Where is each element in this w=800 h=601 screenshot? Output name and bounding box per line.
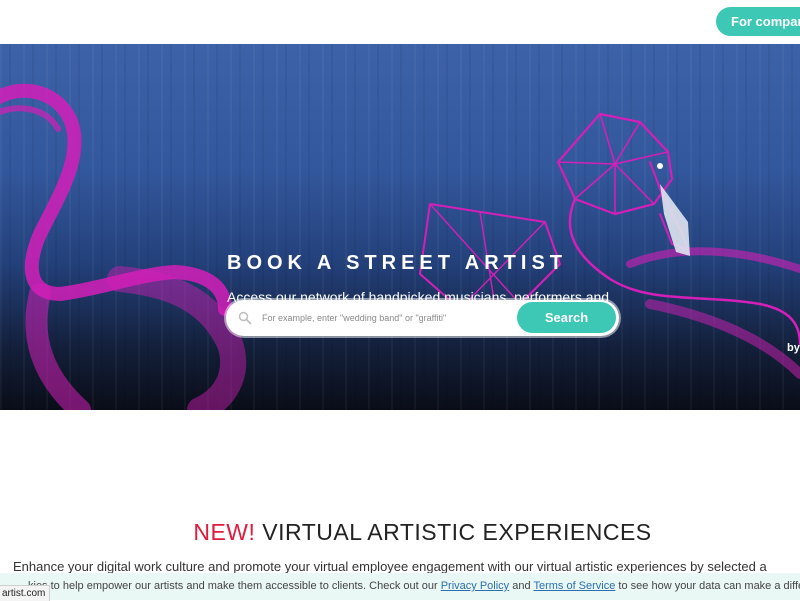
hero-banner: BOOK A STREET ARTIST Access our network … bbox=[0, 44, 800, 410]
search-icon bbox=[238, 311, 252, 325]
cookie-text-and: and bbox=[509, 580, 534, 592]
section-title-text: VIRTUAL ARTISTIC EXPERIENCES bbox=[255, 519, 652, 545]
privacy-policy-link[interactable]: Privacy Policy bbox=[441, 580, 509, 592]
cookie-text-end: to see how your data can make a differen… bbox=[618, 580, 800, 592]
terms-of-service-link[interactable]: Terms of Service bbox=[533, 580, 615, 592]
hero-title: BOOK A STREET ARTIST bbox=[227, 252, 567, 274]
cookie-text-start: kies to help empower our artists and mak… bbox=[28, 580, 441, 592]
photo-credit: by bbox=[787, 342, 800, 354]
cookie-text: kies to help empower our artists and mak… bbox=[28, 580, 800, 592]
search-button[interactable]: Search bbox=[517, 302, 616, 333]
section-description: Enhance your digital work culture and pr… bbox=[13, 559, 767, 574]
for-companies-button[interactable]: For companies bbox=[716, 7, 800, 36]
top-navigation-bar: For companies bbox=[0, 0, 800, 44]
status-url-tooltip: artist.com bbox=[0, 585, 51, 601]
cookie-banner: kies to help empower our artists and mak… bbox=[0, 573, 800, 600]
flamingo-artwork bbox=[0, 83, 800, 410]
section-title: NEW! VIRTUAL ARTISTIC EXPERIENCES bbox=[0, 519, 800, 546]
search-input[interactable] bbox=[262, 306, 512, 330]
new-badge: NEW! bbox=[193, 519, 256, 545]
